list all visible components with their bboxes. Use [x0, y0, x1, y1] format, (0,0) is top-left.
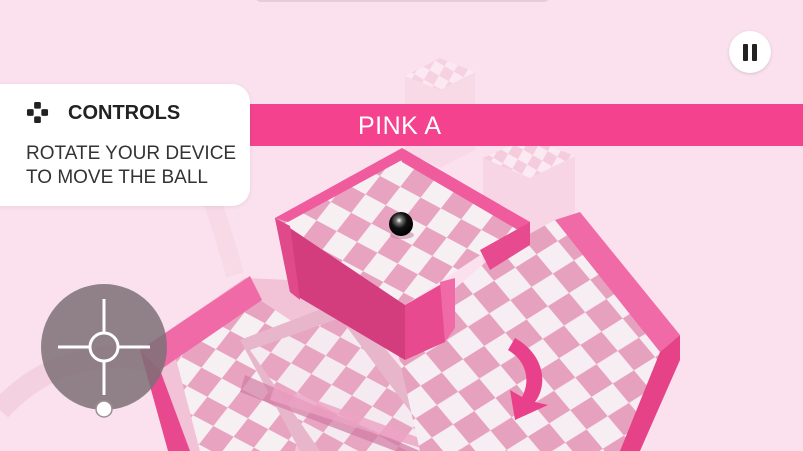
- joystick-control[interactable]: [40, 283, 168, 418]
- controls-instruction: ROTATE YOUR DEVICE TO MOVE THE BALL: [26, 143, 237, 188]
- pause-icon-bar: [752, 43, 757, 61]
- dpad-icon: [26, 101, 49, 124]
- top-notch: [255, 0, 550, 2]
- controls-card: CONTROLS ROTATE YOUR DEVICE TO MOVE THE …: [0, 84, 250, 206]
- level-name: PINK A: [358, 112, 442, 140]
- pause-button[interactable]: [729, 31, 771, 73]
- pause-icon: [743, 43, 748, 61]
- level-banner: PINK A: [250, 104, 803, 146]
- controls-title: CONTROLS: [68, 102, 181, 124]
- joystick-knob: [95, 400, 113, 418]
